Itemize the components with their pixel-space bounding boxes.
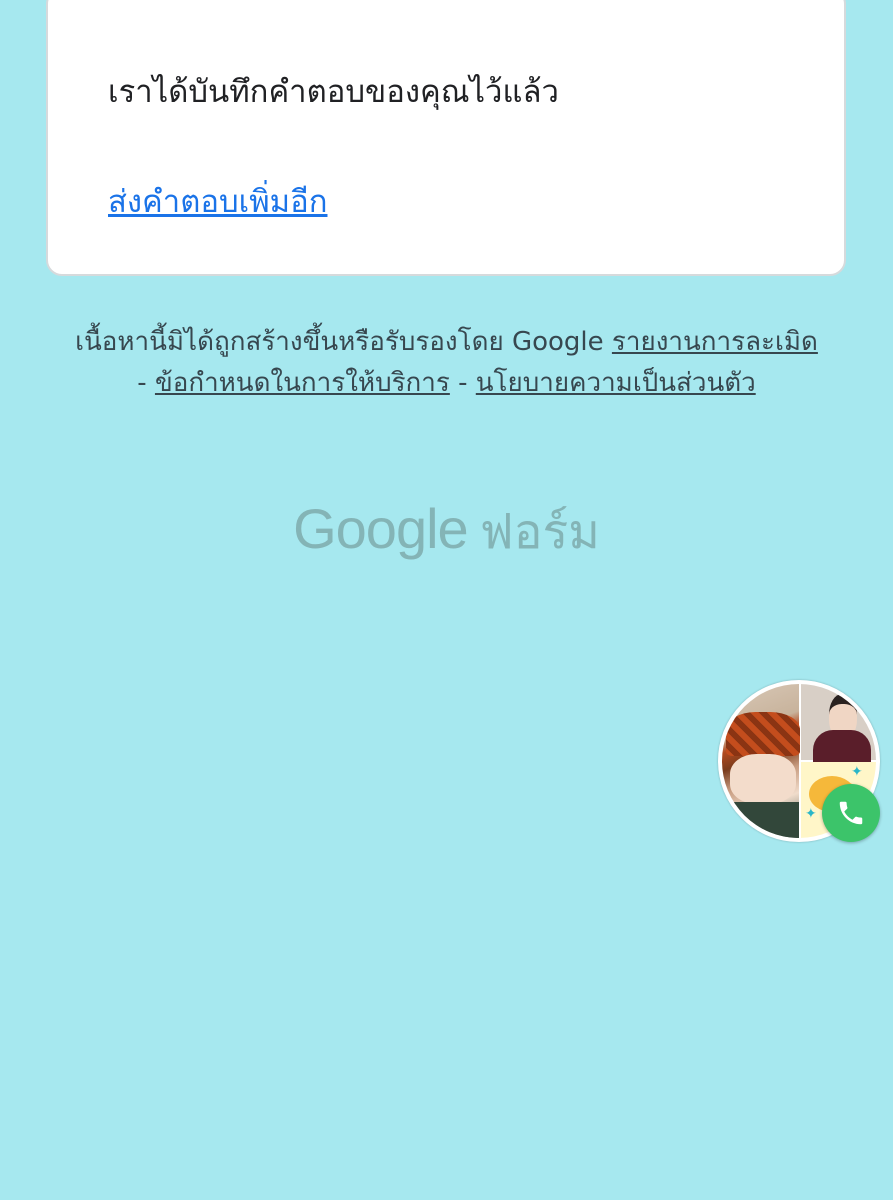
separator: - <box>458 368 468 398</box>
phone-icon[interactable] <box>822 784 880 842</box>
page: เราได้บันทึกคำตอบของคุณไว้แล้ว ส่งคำตอบเ… <box>0 0 893 1200</box>
submit-another-response-link[interactable]: ส่งคำตอบเพิ่มอีก <box>108 176 327 226</box>
logo-forms-wordmark: ฟอร์ม <box>479 504 600 560</box>
report-abuse-link[interactable]: รายงานการละเมิด <box>612 327 818 357</box>
google-forms-logo[interactable]: Google ฟอร์ม <box>0 494 893 570</box>
chat-avatar-left <box>722 684 800 838</box>
footer-disclaimer: เนื้อหานี้มิได้ถูกสร้างขึ้นหรือรับรองโดย… <box>70 322 823 404</box>
chat-avatar-top-right <box>801 684 876 762</box>
disclaimer-text: เนื้อหานี้มิได้ถูกสร้างขึ้นหรือรับรองโดย… <box>75 327 604 357</box>
logo-google-wordmark: Google <box>293 497 469 560</box>
response-card: เราได้บันทึกคำตอบของคุณไว้แล้ว ส่งคำตอบเ… <box>46 0 846 276</box>
separator: - <box>137 368 147 398</box>
privacy-policy-link[interactable]: นโยบายความเป็นส่วนตัว <box>476 368 756 398</box>
confirmation-message: เราได้บันทึกคำตอบของคุณไว้แล้ว <box>108 74 559 110</box>
terms-of-service-link[interactable]: ข้อกำหนดในการให้บริการ <box>155 368 450 398</box>
phone-glyph <box>839 801 863 825</box>
